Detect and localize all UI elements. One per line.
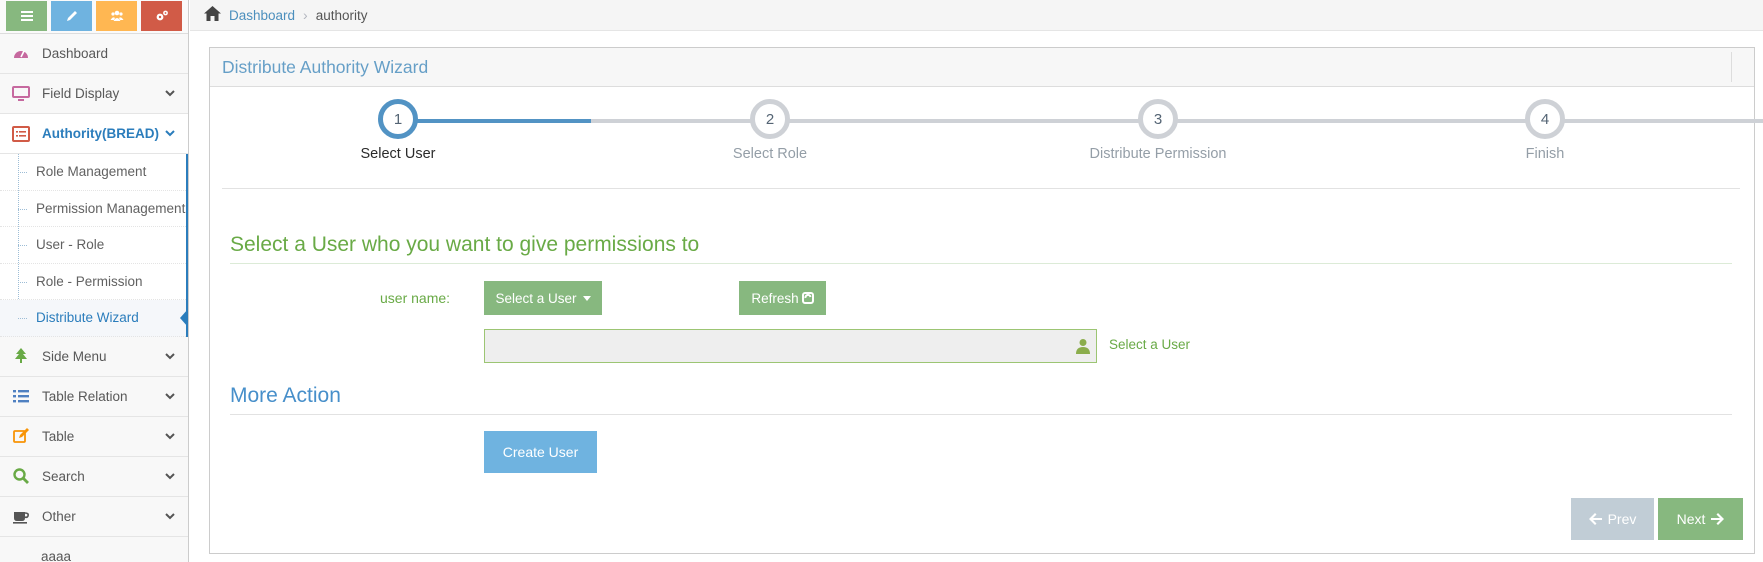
sidebar-item-field-display[interactable]: Field Display (0, 74, 188, 114)
coffee-icon (11, 506, 31, 526)
next-button[interactable]: Next (1658, 498, 1743, 540)
list-icon (11, 386, 31, 406)
shortcut-list-button[interactable] (6, 1, 47, 31)
step-number: 4 (1525, 99, 1565, 139)
sidebar-item-table-relation[interactable]: Table Relation (0, 376, 188, 417)
shortcut-cogs-button[interactable] (141, 1, 182, 31)
home-icon[interactable] (204, 6, 221, 24)
submenu-role-management[interactable]: Role Management (0, 154, 188, 191)
sidebar-item-aaaa[interactable]: aaaa (0, 536, 188, 562)
chevron-down-icon (164, 87, 176, 99)
sidebar-item-label: Field Display (42, 86, 120, 101)
submenu-distribute-wizard[interactable]: Distribute Wizard (0, 300, 188, 337)
step-label: Select Role (732, 146, 808, 162)
sidebar-item-label: aaaa (41, 548, 72, 562)
next-label: Next (1676, 511, 1706, 527)
sidebar-item-table[interactable]: Table (0, 416, 188, 457)
breadcrumb-separator: › (303, 7, 308, 23)
refresh-button[interactable]: Refresh (739, 281, 826, 315)
arrow-left-icon (1588, 513, 1602, 525)
sidebar-item-authority[interactable]: Authority(BREAD) (0, 114, 188, 154)
sidebar: Dashboard Field Display Authority(BREAD)… (0, 0, 189, 562)
submenu-label: Distribute Wizard (36, 310, 139, 326)
sidebar-item-label: Authority(BREAD) (42, 126, 159, 141)
edit-icon (11, 426, 31, 446)
step-label: Select User (360, 146, 436, 162)
sidebar-item-label: Table Relation (42, 388, 128, 404)
user-input[interactable] (484, 329, 1097, 363)
pencil-icon (66, 11, 77, 21)
wizard-widget: Distribute Authority Wizard 1 Select Use… (209, 47, 1763, 554)
sidebar-item-label: Table (42, 428, 75, 444)
sidebar-item-label: Search (42, 468, 85, 484)
chevron-down-icon (164, 127, 176, 139)
section-title: Select a User who you want to give permi… (230, 233, 1732, 264)
chevron-down-icon (164, 430, 176, 442)
chevron-down-icon (164, 470, 176, 482)
widget-toolbar (1731, 52, 1732, 82)
user-icon (1076, 338, 1090, 354)
sidebar-item-side-menu[interactable]: Side Menu (0, 336, 188, 377)
sidebar-item-label: Other (42, 508, 76, 524)
step-label: Finish (1525, 146, 1565, 162)
submenu-role-permission[interactable]: Role - Permission (0, 264, 188, 300)
sidebar-item-label: Dashboard (42, 46, 109, 61)
submenu-label: Role Management (36, 164, 147, 180)
shortcut-users-button[interactable] (96, 1, 137, 31)
authority-submenu: Role Management Permission Management Us… (0, 154, 188, 337)
step-label: Distribute Permission (1089, 146, 1227, 162)
submenu-label: Permission Management (36, 200, 186, 216)
sidebar-item-other[interactable]: Other (0, 496, 188, 537)
create-user-button[interactable]: Create User (484, 431, 597, 473)
sidebar-shortcuts (0, 0, 188, 34)
chevron-down-icon (164, 350, 176, 362)
chevron-down-icon (164, 510, 176, 522)
step-number: 3 (1138, 99, 1178, 139)
sidebar-item-search[interactable]: Search (0, 456, 188, 497)
sidebar-item-label: Side Menu (42, 348, 107, 364)
step-4: 4 Finish (1445, 99, 1645, 162)
arrow-right-icon (1711, 513, 1725, 525)
step-2: 2 Select Role (670, 99, 870, 162)
select-user-label: Select a User (495, 290, 577, 306)
step-number: 1 (378, 99, 418, 139)
submenu-label: User - Role (36, 237, 105, 253)
user-input-help: Select a User (1109, 337, 1191, 352)
user-name-label: user name: (380, 290, 451, 306)
step-3: 3 Distribute Permission (1058, 99, 1258, 162)
search-icon (11, 466, 31, 486)
chevron-down-icon (164, 390, 176, 402)
wizard-title: Distribute Authority Wizard (222, 56, 429, 77)
prev-label: Prev (1607, 511, 1637, 527)
select-user-dropdown[interactable]: Select a User (484, 281, 602, 315)
desktop-icon (11, 84, 31, 104)
cogs-icon (156, 10, 168, 21)
caret-down-icon (582, 295, 591, 301)
prev-button[interactable]: Prev (1571, 498, 1654, 540)
step-1: 1 Select User (298, 99, 498, 162)
step-number: 2 (750, 99, 790, 139)
users-icon (110, 10, 123, 21)
submenu-permission-management[interactable]: Permission Management (0, 191, 188, 227)
list-icon (20, 11, 33, 21)
refresh-icon (801, 292, 814, 304)
tachometer-icon (11, 44, 31, 64)
sidebar-item-dashboard[interactable]: Dashboard (0, 34, 188, 74)
tree-icon (11, 346, 31, 366)
breadcrumb: Dashboard › authority (190, 0, 1763, 31)
breadcrumb-dashboard-link[interactable]: Dashboard (229, 8, 295, 23)
submenu-user-role[interactable]: User - Role (0, 227, 188, 264)
list-alt-icon (11, 124, 31, 144)
submenu-label: Role - Permission (36, 273, 143, 289)
shortcut-pencil-button[interactable] (51, 1, 92, 31)
wizard-steps: 1 Select User 2 Select Role 3 Distribute… (222, 99, 1763, 189)
more-action-title: More Action (230, 384, 1732, 415)
breadcrumb-current: authority (315, 7, 368, 23)
active-caret (180, 309, 188, 327)
refresh-label: Refresh (751, 290, 799, 306)
widget-header: Distribute Authority Wizard (210, 48, 1754, 87)
